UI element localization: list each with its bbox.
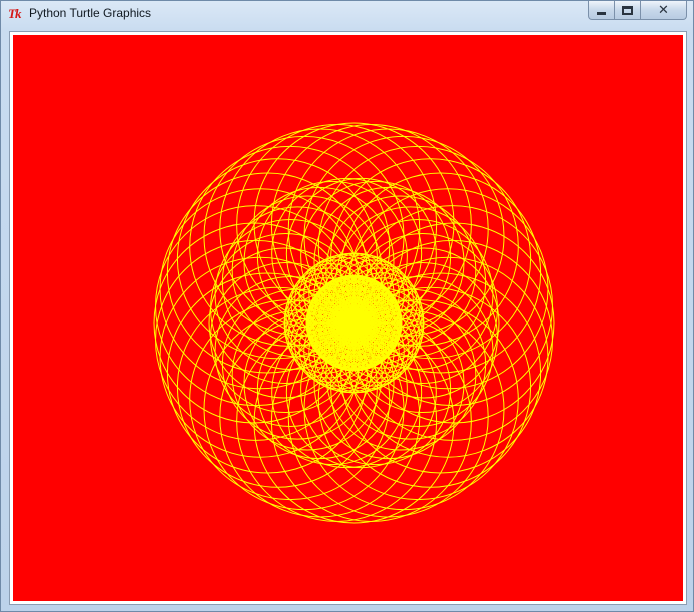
center-dot — [344, 313, 364, 333]
spirograph-drawing — [153, 122, 555, 524]
minimize-icon — [597, 11, 606, 15]
maximize-button[interactable] — [615, 1, 641, 20]
window-controls: ✕ — [588, 1, 687, 20]
dense-core — [305, 274, 403, 372]
window-title: Python Turtle Graphics — [29, 6, 152, 20]
turtle-window: Tk Python Turtle Graphics ✕ — [0, 0, 694, 612]
maximize-icon — [622, 5, 633, 15]
close-icon: ✕ — [658, 2, 669, 18]
canvas-frame — [9, 31, 687, 605]
minimize-button[interactable] — [588, 1, 615, 20]
turtle-canvas[interactable] — [13, 35, 683, 601]
title-bar[interactable]: Tk Python Turtle Graphics ✕ — [1, 1, 693, 27]
close-button[interactable]: ✕ — [641, 1, 687, 20]
tk-feather-icon: Tk — [8, 6, 21, 21]
